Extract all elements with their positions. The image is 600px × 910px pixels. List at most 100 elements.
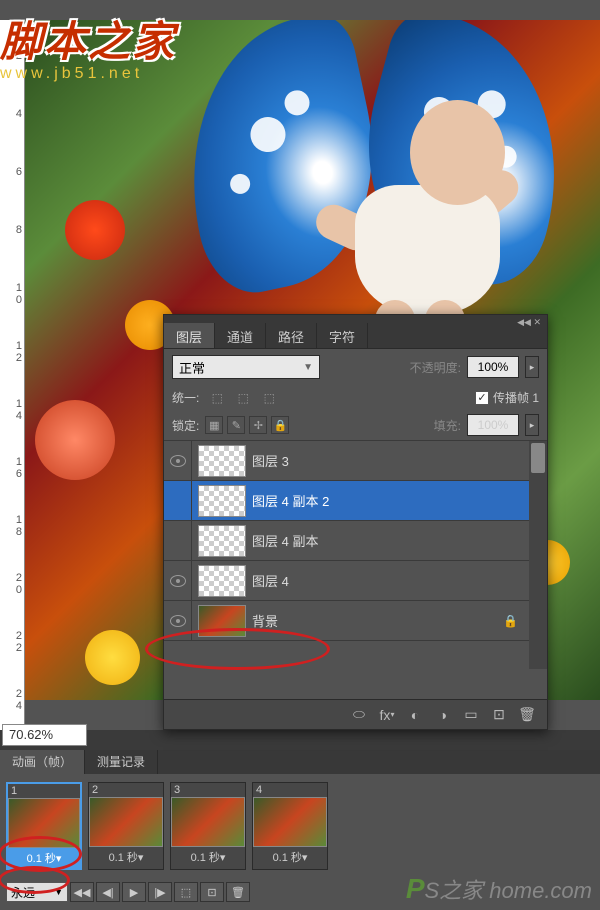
- lock-position-icon[interactable]: ✢: [249, 416, 267, 434]
- ruler-tick: 6: [2, 166, 22, 178]
- tab-channels[interactable]: 通道: [215, 323, 266, 348]
- frame-thumbnail: [89, 797, 163, 847]
- loop-select[interactable]: 永远 ▼: [6, 882, 68, 902]
- layers-panel: ◀◀ ✕ 图层 通道 路径 字符 正常 ▼ 不透明度: 100% ▸ 统一: ⬚…: [163, 314, 548, 730]
- visibility-toggle[interactable]: [164, 521, 192, 560]
- ruler-tick: 2 2: [2, 630, 22, 654]
- layer-name: 图层 3: [252, 451, 289, 470]
- lock-all-icon[interactable]: 🔒: [271, 416, 289, 434]
- propagate-checkbox[interactable]: ✓: [475, 391, 489, 405]
- blend-mode-select[interactable]: 正常 ▼: [172, 355, 320, 379]
- frame-delay[interactable]: 0.1 秒▾: [171, 847, 245, 867]
- layer-effects-icon[interactable]: fx▾: [375, 704, 399, 726]
- layer-thumbnail[interactable]: [198, 605, 246, 637]
- layer-thumbnail[interactable]: [198, 445, 246, 477]
- delete-frame-button[interactable]: 🗑: [226, 882, 250, 902]
- lock-transparency-icon[interactable]: ▦: [205, 416, 223, 434]
- watermark-bottom: PS之家 home.com: [406, 873, 592, 905]
- chevron-down-icon: ▼: [303, 362, 313, 373]
- frame-thumbnail: [171, 797, 245, 847]
- layer-row[interactable]: 图层 4 副本 2: [164, 481, 547, 521]
- zoom-level[interactable]: 70.62%: [2, 724, 87, 746]
- unify-row: 统一: ⬚ ⬚ ⬚ ✓ 传播帧 1: [164, 385, 547, 410]
- visibility-toggle[interactable]: [164, 601, 192, 640]
- tab-animation[interactable]: 动画（帧）: [0, 750, 85, 774]
- opacity-arrow[interactable]: ▸: [525, 356, 539, 378]
- layer-row[interactable]: 图层 4: [164, 561, 547, 601]
- blend-mode-row: 正常 ▼ 不透明度: 100% ▸: [164, 349, 547, 385]
- layers-footer: ⬭ fx▾ ◐ ◑ ▭ ⊡ 🗑: [164, 699, 547, 729]
- scrollbar-vertical[interactable]: [529, 441, 547, 669]
- visibility-toggle[interactable]: [164, 561, 192, 600]
- duplicate-frame-button[interactable]: ⊡: [200, 882, 224, 902]
- frame-delay[interactable]: 0.1 秒▾: [253, 847, 327, 867]
- frame-delay[interactable]: 0.1 秒▾: [8, 848, 80, 868]
- frame-number: 4: [253, 783, 327, 797]
- opacity-label: 不透明度:: [410, 359, 461, 376]
- lock-label: 锁定:: [172, 417, 199, 434]
- first-frame-button[interactable]: ◀◀: [70, 882, 94, 902]
- eye-icon: [170, 455, 186, 467]
- layer-group-icon[interactable]: ▭: [459, 704, 483, 726]
- loop-value: 永远: [11, 884, 35, 901]
- fill-input[interactable]: 100%: [467, 414, 519, 436]
- frame-number: 2: [89, 783, 163, 797]
- link-layers-icon[interactable]: ⬭: [347, 704, 371, 726]
- frame-number: 1: [8, 784, 80, 798]
- propagate-label: 传播帧 1: [493, 389, 539, 406]
- tab-layers[interactable]: 图层: [164, 323, 215, 348]
- frame-delay[interactable]: 0.1 秒▾: [89, 847, 163, 867]
- visibility-toggle[interactable]: [164, 481, 192, 520]
- opacity-input[interactable]: 100%: [467, 356, 519, 378]
- chevron-down-icon: ▼: [54, 887, 63, 897]
- layer-thumbnail[interactable]: [198, 485, 246, 517]
- prev-frame-button[interactable]: ◀|: [96, 882, 120, 902]
- lock-icon: 🔒: [503, 614, 517, 628]
- ruler-tick: 1 4: [2, 398, 22, 422]
- next-frame-button[interactable]: |▶: [148, 882, 172, 902]
- ruler-tick: 1 0: [2, 282, 22, 306]
- layer-thumbnail[interactable]: [198, 565, 246, 597]
- tween-button[interactable]: ⬚: [174, 882, 198, 902]
- frame-thumbnail: [253, 797, 327, 847]
- animation-frame[interactable]: 1 0.1 秒▾: [6, 782, 82, 870]
- panel-collapse-icon[interactable]: ◀◀ ✕: [517, 317, 541, 328]
- lock-row: 锁定: ▦ ✎ ✢ 🔒 填充: 100% ▸: [164, 410, 547, 441]
- blend-mode-value: 正常: [179, 358, 205, 377]
- adjustment-layer-icon[interactable]: ◑: [431, 704, 455, 726]
- unify-style-icon[interactable]: ⬚: [259, 390, 279, 406]
- new-layer-icon[interactable]: ⊡: [487, 704, 511, 726]
- frame-number: 3: [171, 783, 245, 797]
- animation-frame[interactable]: 2 0.1 秒▾: [88, 782, 164, 870]
- layer-row[interactable]: 图层 4 副本: [164, 521, 547, 561]
- ruler-tick: 2 4: [2, 688, 22, 712]
- tab-character[interactable]: 字符: [317, 323, 368, 348]
- watermark-top: 脚本之家 www.jb51.net: [0, 8, 176, 83]
- frame-thumbnail: [8, 798, 80, 848]
- layer-row[interactable]: 背景 🔒: [164, 601, 547, 641]
- eye-icon: [170, 575, 186, 587]
- lock-pixels-icon[interactable]: ✎: [227, 416, 245, 434]
- watermark-title: 脚本之家: [0, 8, 176, 69]
- panel-header[interactable]: ◀◀ ✕: [164, 315, 547, 323]
- layer-thumbnail[interactable]: [198, 525, 246, 557]
- ruler-tick: 2 0: [2, 572, 22, 596]
- animation-frame[interactable]: 4 0.1 秒▾: [252, 782, 328, 870]
- ruler-tick: 4: [2, 108, 22, 120]
- visibility-toggle[interactable]: [164, 441, 192, 480]
- fill-arrow[interactable]: ▸: [525, 414, 539, 436]
- tab-paths[interactable]: 路径: [266, 323, 317, 348]
- animation-frame[interactable]: 3 0.1 秒▾: [170, 782, 246, 870]
- ruler-vertical: 2 4 6 8 1 0 1 2 1 4 1 6 1 8 2 0 2 2 2 4: [0, 20, 25, 730]
- tab-measurement[interactable]: 测量记录: [85, 750, 158, 774]
- layer-row[interactable]: 图层 3: [164, 441, 547, 481]
- ruler-tick: 1 8: [2, 514, 22, 538]
- layer-mask-icon[interactable]: ◐: [403, 704, 427, 726]
- watermark-p: P: [406, 873, 425, 904]
- delete-layer-icon[interactable]: 🗑: [515, 704, 539, 726]
- unify-label: 统一:: [172, 389, 199, 406]
- play-button[interactable]: ▶: [122, 882, 146, 902]
- unify-position-icon[interactable]: ⬚: [207, 390, 227, 406]
- unify-visibility-icon[interactable]: ⬚: [233, 390, 253, 406]
- ruler-tick: 8: [2, 224, 22, 236]
